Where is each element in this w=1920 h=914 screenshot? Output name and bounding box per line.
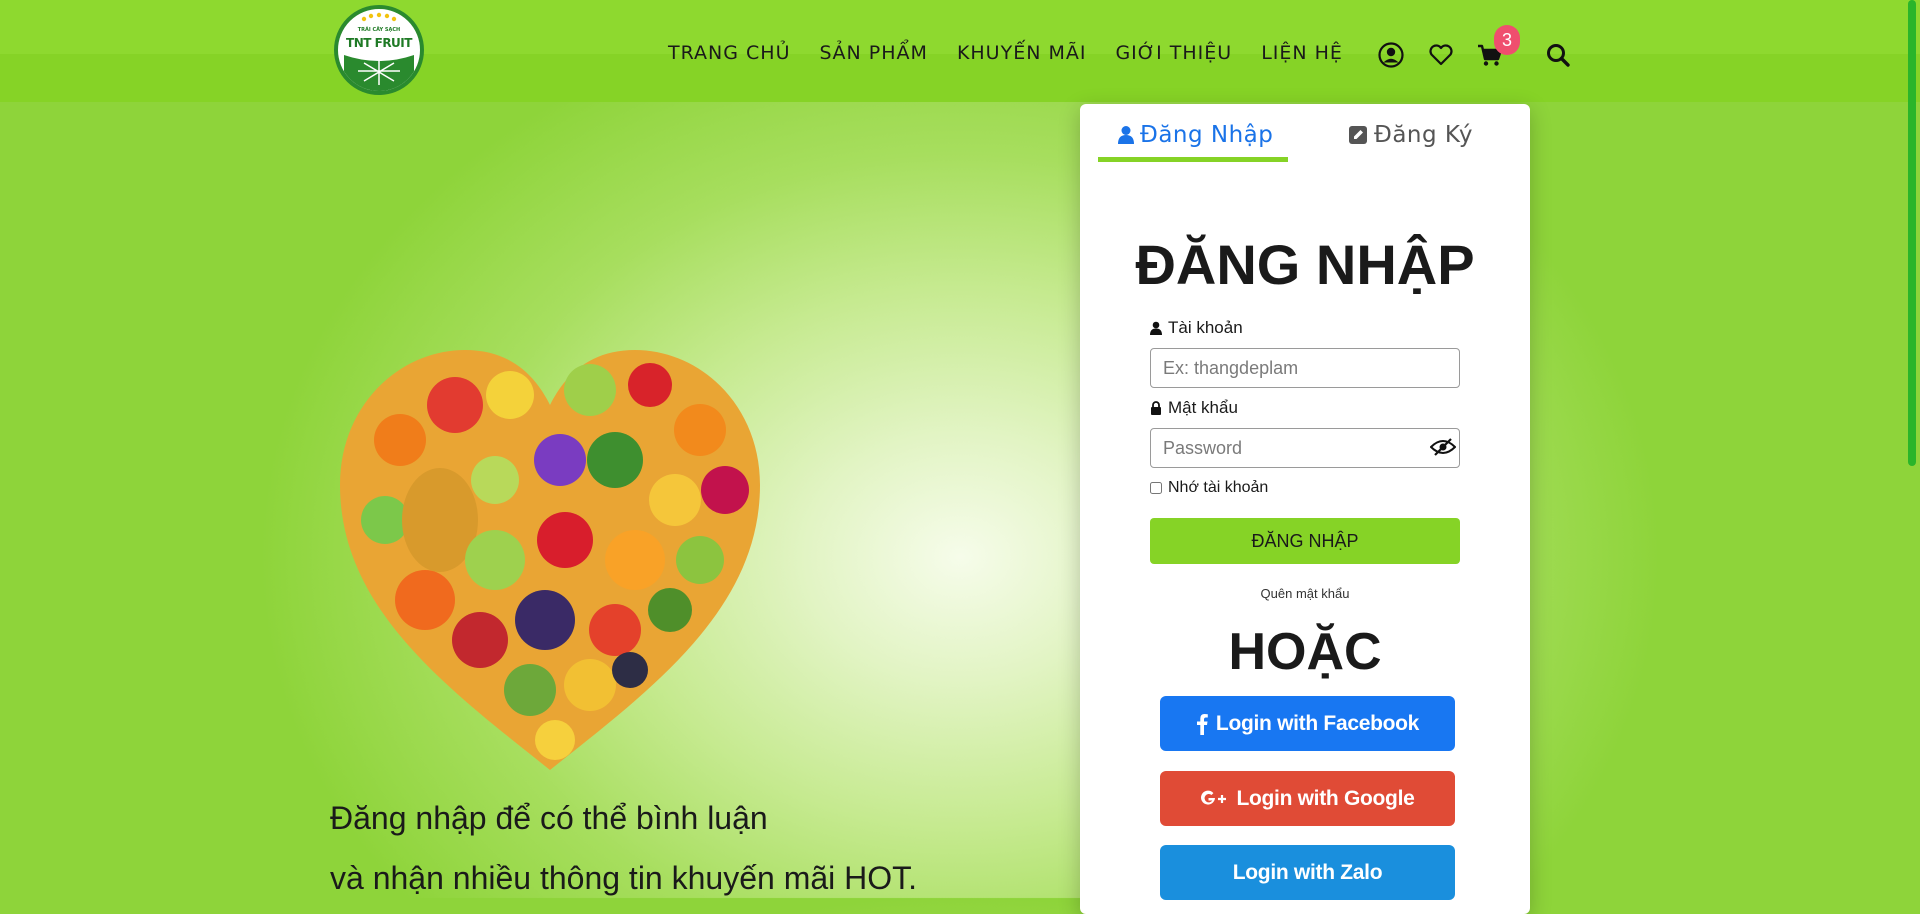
password-input[interactable] xyxy=(1150,428,1460,468)
facebook-label: Login with Facebook xyxy=(1215,711,1420,735)
edit-icon xyxy=(1349,126,1367,144)
logo-emblem-icon xyxy=(341,12,417,91)
nav-home[interactable]: TRANG CHỦ xyxy=(668,42,790,64)
active-tab-indicator xyxy=(1098,157,1288,162)
page-scrollbar[interactable] xyxy=(1908,0,1916,466)
user-icon xyxy=(1150,321,1162,335)
promo-text-line-2: và nhận nhiều thông tin khuyến mãi HOT. xyxy=(330,860,918,896)
google-plus-icon xyxy=(1201,790,1227,805)
google-label: Login with Google xyxy=(1236,786,1415,810)
nav-products[interactable]: SẢN PHẨM xyxy=(819,42,927,64)
fruit-heart-image xyxy=(340,350,760,770)
remember-checkbox[interactable] xyxy=(1150,482,1162,494)
tab-register-label: Đăng Ký xyxy=(1374,122,1473,148)
password-label: Mật khẩu xyxy=(1150,398,1238,418)
site-logo[interactable]: TRÁI CÂY SẠCH TNT FRUIT xyxy=(334,5,424,95)
login-zalo-button[interactable]: Login with Zalo xyxy=(1160,845,1455,900)
user-icon xyxy=(1118,126,1134,144)
login-card: Đăng Nhập Đăng Ký ĐĂNG NHẬP Tài khoản Mậ… xyxy=(1080,104,1530,914)
promo-text-line-1: Đăng nhập để có thể bình luận xyxy=(330,800,768,836)
main-nav: TRANG CHỦ SẢN PHẨM KHUYẾN MÃI GIỚI THIỆU… xyxy=(668,42,1343,64)
login-google-button[interactable]: Login with Google xyxy=(1160,771,1455,826)
login-facebook-button[interactable]: Login with Facebook xyxy=(1160,696,1455,751)
username-input[interactable] xyxy=(1150,348,1460,388)
facebook-icon xyxy=(1196,713,1208,735)
logo-text: TNT FRUIT xyxy=(346,36,412,50)
tab-login[interactable]: Đăng Nhập xyxy=(1118,122,1273,148)
tab-login-label: Đăng Nhập xyxy=(1140,122,1274,148)
nav-about[interactable]: GIỚI THIỆU xyxy=(1115,42,1232,64)
nav-promotions[interactable]: KHUYẾN MÃI xyxy=(957,42,1087,64)
logo-subtext: TRÁI CÂY SẠCH xyxy=(357,27,401,33)
login-submit-button[interactable]: ĐĂNG NHẬP xyxy=(1150,518,1460,564)
or-divider: HOẶC xyxy=(1228,623,1382,681)
remember-label: Nhớ tài khoản xyxy=(1168,479,1269,496)
tab-register[interactable]: Đăng Ký xyxy=(1348,122,1473,148)
user-icon[interactable] xyxy=(1378,42,1404,68)
cart-count-badge: 3 xyxy=(1494,25,1520,55)
username-label-text: Tài khoản xyxy=(1168,318,1243,337)
remember-me[interactable]: Nhớ tài khoản xyxy=(1150,479,1268,497)
heart-icon[interactable] xyxy=(1428,42,1454,68)
toggle-password-eye-icon[interactable] xyxy=(1430,438,1456,456)
username-label: Tài khoản xyxy=(1150,318,1243,338)
forgot-password-link[interactable]: Quên mật khẩu xyxy=(1080,586,1530,601)
lock-icon xyxy=(1151,401,1161,415)
zalo-label: Login with Zalo xyxy=(1232,860,1383,884)
search-icon[interactable] xyxy=(1545,42,1571,68)
login-title: ĐĂNG NHẬP xyxy=(1135,233,1475,296)
password-label-text: Mật khẩu xyxy=(1168,398,1238,417)
nav-contact[interactable]: LIỆN HỆ xyxy=(1261,42,1343,64)
site-header: TRÁI CÂY SẠCH TNT FRUIT TRANG CHỦ SẢN PH… xyxy=(0,0,1920,102)
